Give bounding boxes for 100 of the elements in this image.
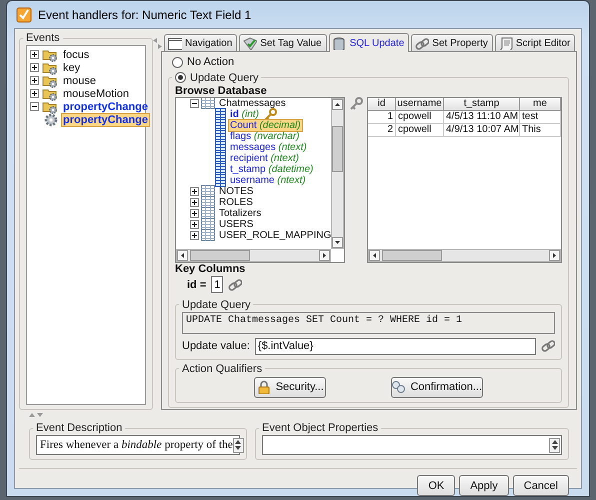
scroll-arrow-button[interactable] [369, 250, 380, 260]
column-name[interactable]: t_stamp (datetime) [228, 164, 316, 174]
table-name[interactable]: USERS [217, 218, 256, 230]
event-item[interactable]: propertyChange [61, 100, 150, 112]
expand-toggle[interactable] [30, 63, 39, 72]
tab[interactable]: Navigation [164, 34, 238, 51]
group-title: Event Object Properties [262, 422, 378, 434]
dialog-button[interactable]: Apply [459, 475, 509, 496]
column-header[interactable]: id [368, 98, 396, 110]
key-icon [349, 96, 363, 110]
folder-gear-icon [42, 48, 58, 62]
vertical-scrollbar[interactable] [331, 98, 344, 248]
column-icon [215, 174, 226, 186]
column-name[interactable]: recipient (ntext) [228, 152, 301, 164]
scroll-arrow-button[interactable] [549, 250, 560, 260]
scroll-arrow-button[interactable] [332, 236, 343, 248]
section-label: Browse Database [175, 84, 268, 96]
table-icon [201, 218, 215, 230]
window-icon [168, 36, 182, 50]
field-label: Update value: [182, 340, 250, 352]
table-icon [201, 196, 215, 208]
horizontal-scrollbar[interactable] [176, 248, 331, 262]
padlock-icon [256, 380, 271, 394]
input-field[interactable]: 1 [211, 276, 224, 293]
table-cell: 4/5/13 11:10 AM [444, 110, 520, 124]
tab[interactable]: Script Editor [494, 34, 576, 51]
collapse-toggle[interactable] [30, 102, 39, 111]
table-cell: cpowell [396, 110, 444, 124]
event-item[interactable]: mouseMotion [61, 88, 132, 100]
group-title: Update Query [182, 298, 250, 310]
column-name[interactable]: flags (nvarchar) [228, 130, 302, 142]
expand-toggle[interactable] [190, 208, 199, 218]
spinner[interactable] [232, 438, 244, 452]
properties-field[interactable] [262, 435, 562, 455]
table-icon [201, 207, 215, 219]
table-name[interactable]: NOTES [217, 186, 256, 196]
database-icon [332, 36, 347, 50]
radio-button[interactable] [172, 56, 183, 68]
query-field[interactable]: UPDATE Chatmessages SET Count = ? WHERE id = 1 [182, 312, 555, 334]
chain-link-icon [415, 36, 430, 50]
folder-gear-icon [42, 74, 58, 88]
table-cell: 2 [368, 124, 396, 136]
expand-toggle[interactable] [190, 230, 199, 240]
input-field[interactable]: {$.intValue} [254, 338, 536, 354]
column-header[interactable]: username [396, 98, 444, 110]
check-icon [16, 6, 32, 22]
column-header[interactable]: me [520, 98, 561, 110]
table-name[interactable]: USER_ROLE_MAPPING [217, 230, 331, 240]
key-column-label: id = [187, 278, 206, 290]
event-item[interactable]: key [61, 62, 82, 74]
dialog-button[interactable]: OK [417, 475, 456, 496]
table-cell: test [520, 110, 561, 124]
scroll-arrow-button[interactable] [177, 250, 188, 260]
expand-toggle[interactable] [190, 186, 199, 196]
tab[interactable]: Set Tag Value [239, 34, 327, 51]
expand-toggle[interactable] [30, 50, 39, 59]
scroll-arrow-button[interactable] [332, 98, 343, 110]
folder-gear-icon [42, 60, 58, 74]
column-icon [215, 118, 226, 132]
dialog-button[interactable]: Cancel [512, 475, 569, 496]
expand-toggle[interactable] [190, 198, 199, 206]
column-icon [215, 108, 226, 120]
confirmation-button[interactable]: Confirmation... [390, 376, 483, 398]
radio-label[interactable]: Update Query [190, 72, 258, 84]
table-name[interactable]: ROLES [217, 196, 255, 208]
tab[interactable]: Set Property [411, 34, 493, 51]
panel-title: Events [26, 32, 60, 44]
description-text: Fires whenever a bindable property of the [40, 439, 233, 451]
radio-button[interactable] [175, 72, 186, 83]
table-name[interactable]: Totalizers [217, 208, 264, 218]
folder-gear-icon [42, 86, 58, 100]
table-icon [201, 185, 215, 197]
event-item[interactable]: focus [61, 48, 92, 60]
tab[interactable]: SQL Update [328, 33, 410, 52]
expand-toggle[interactable] [190, 220, 199, 228]
folder-gear-icon [42, 100, 58, 114]
link-icon[interactable] [228, 278, 242, 292]
tag-check-icon [243, 36, 258, 50]
table-cell: This [520, 124, 561, 136]
event-item[interactable]: propertyChange [61, 112, 150, 126]
scroll-arrow-button[interactable] [319, 250, 330, 260]
column-header[interactable]: t_stamp [444, 98, 520, 110]
column-icon [215, 140, 226, 154]
link-icon[interactable] [541, 339, 555, 353]
column-name[interactable]: messages (ntext) [228, 142, 309, 152]
spinner[interactable] [549, 438, 560, 452]
column-icon [215, 130, 226, 142]
expand-toggle[interactable] [30, 76, 39, 85]
column-name[interactable]: Count (decimal) [228, 118, 303, 132]
gear-icon [44, 112, 58, 126]
table-cell: 4/9/13 10:07 AM [444, 124, 520, 136]
collapse-toggle[interactable] [190, 98, 199, 108]
horizontal-scrollbar[interactable] [368, 248, 561, 262]
column-name[interactable]: username (ntext) [228, 174, 308, 186]
radio-label[interactable]: No Action [187, 56, 234, 68]
expand-toggle[interactable] [30, 89, 39, 98]
security-button[interactable]: Security... [254, 376, 326, 398]
event-item[interactable]: mouse [61, 74, 98, 86]
table-name[interactable]: Chatmessages [217, 98, 288, 108]
column-name[interactable]: id (int) [228, 108, 261, 120]
